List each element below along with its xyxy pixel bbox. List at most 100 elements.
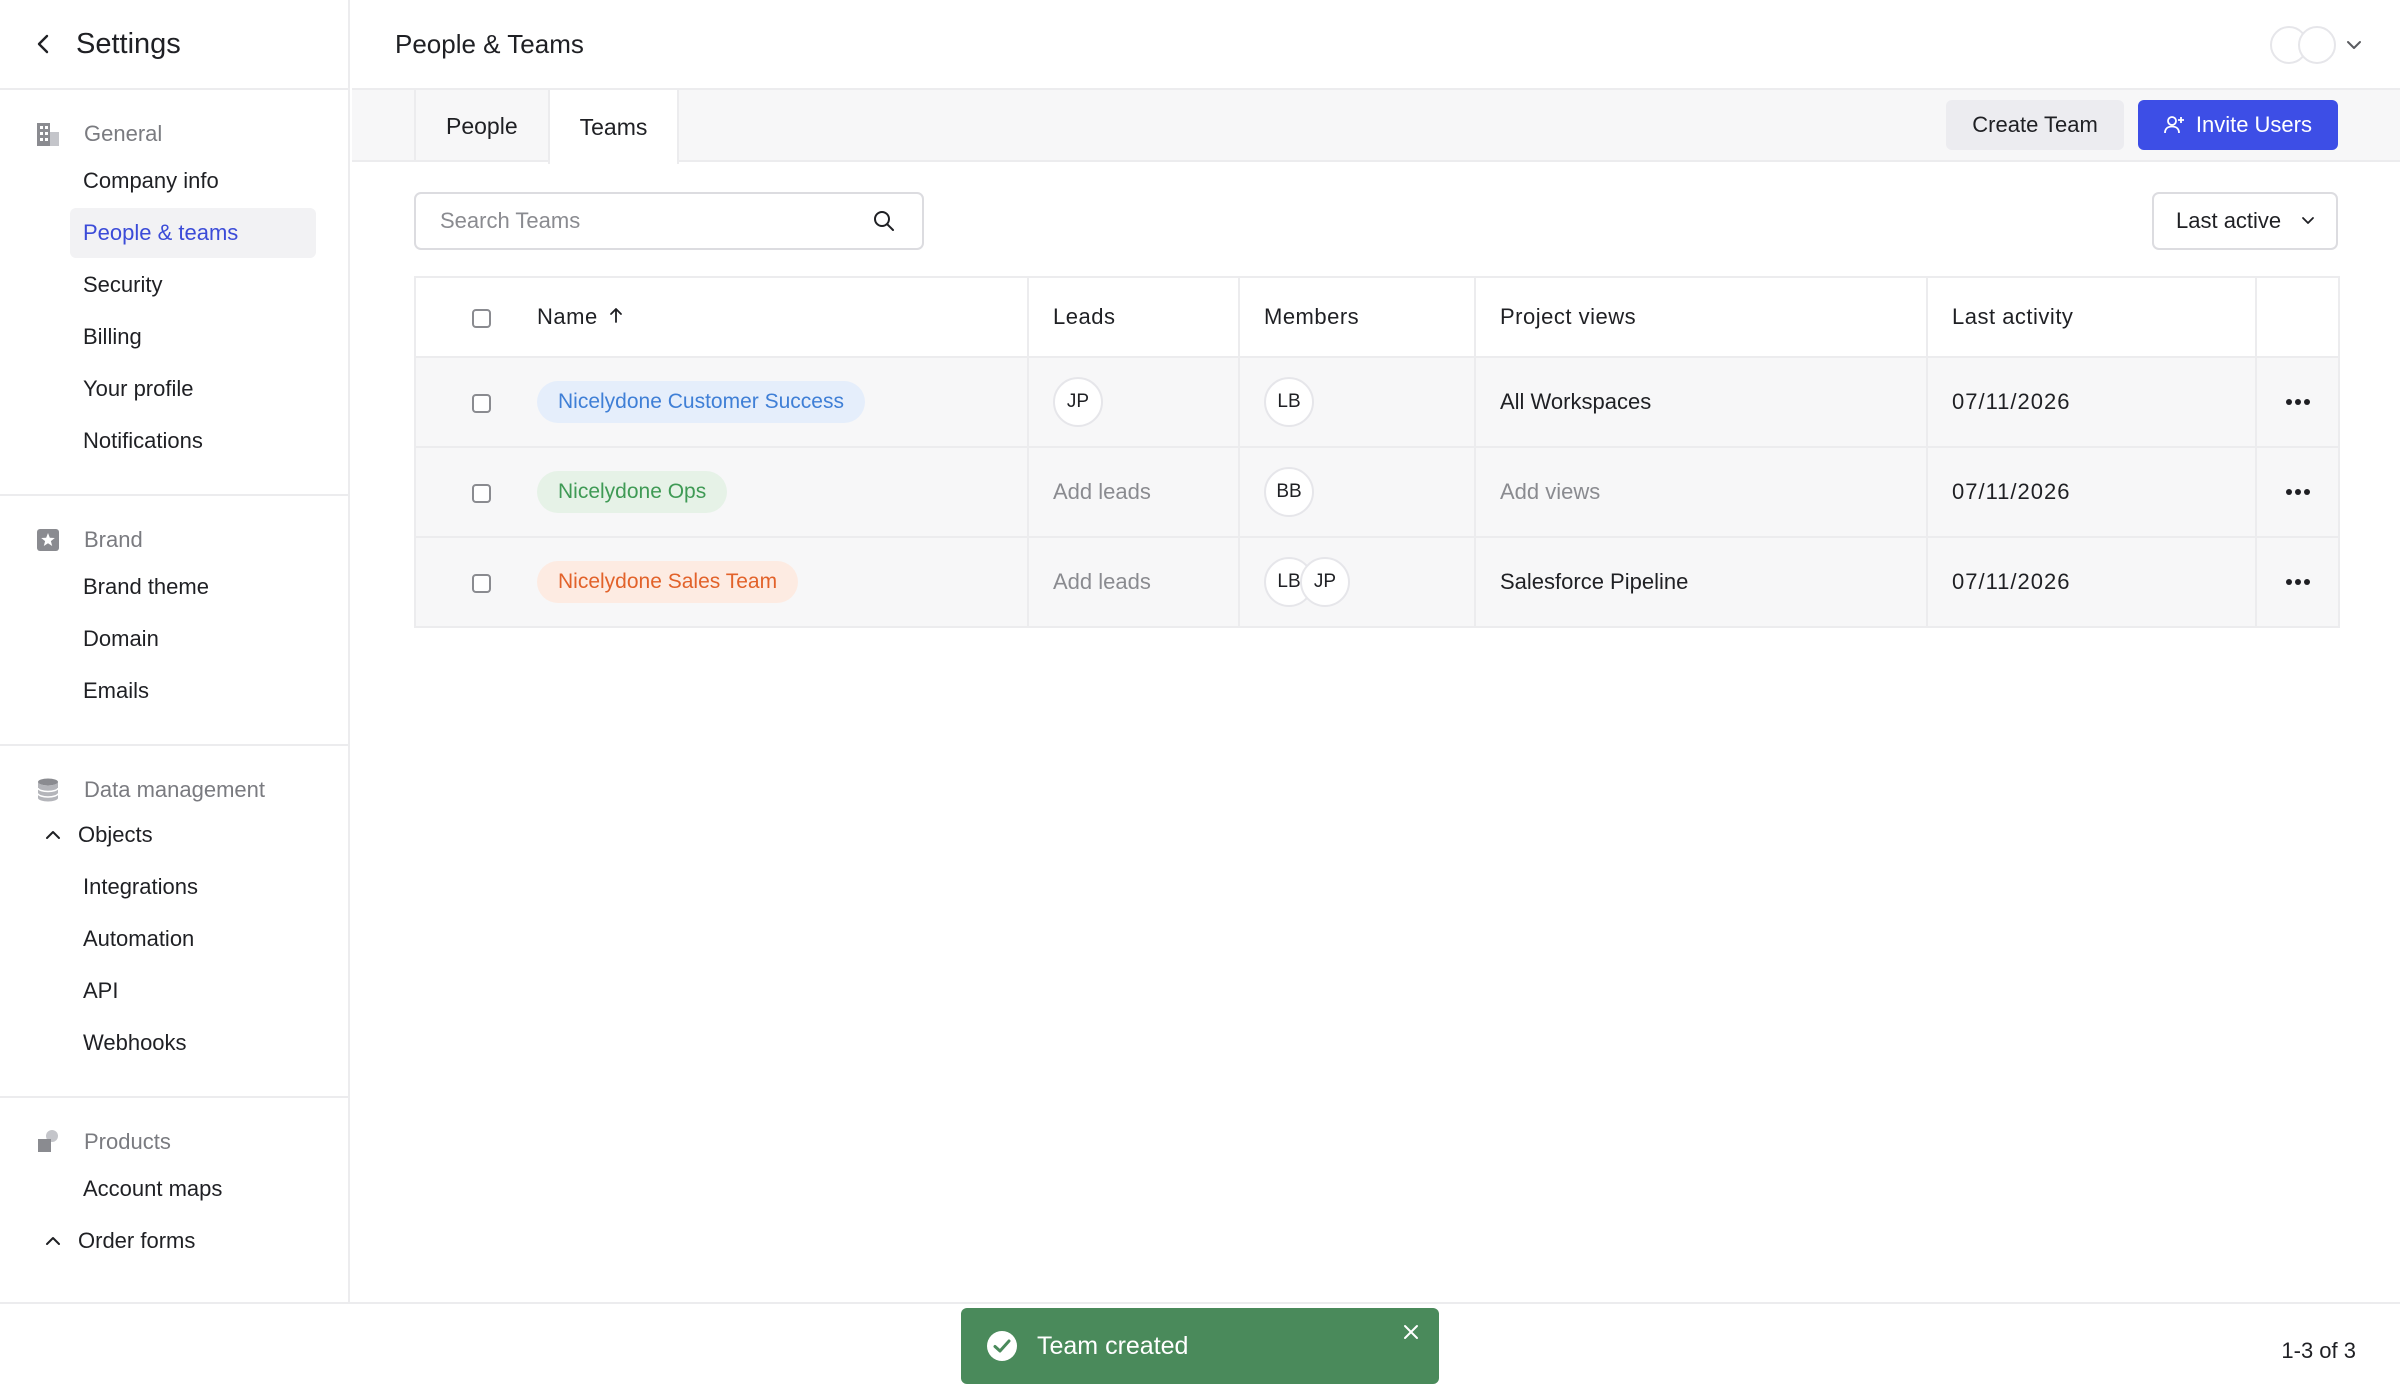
sidebar-group-label: Data management (84, 777, 265, 802)
sidebar-item-your-profile[interactable]: Your profile (70, 364, 316, 414)
toast-message: Team created (1037, 1331, 1189, 1360)
sidebar-item-brand-theme[interactable]: Brand theme (70, 562, 316, 612)
create-team-button[interactable]: Create Team (1946, 100, 2124, 150)
sidebar-item-integrations[interactable]: Integrations (70, 862, 316, 912)
sidebar-group-label: Brand (84, 527, 143, 552)
sidebar-item-billing[interactable]: Billing (70, 312, 316, 362)
add-user-icon (2162, 113, 2186, 137)
last-activity-value: 07/11/2026 (1952, 479, 2071, 504)
avatar[interactable]: JP (1053, 377, 1103, 427)
row-actions-cell (2255, 446, 2340, 538)
pagination-info: 1-3 of 3 (2281, 1338, 2356, 1363)
row-checkbox[interactable] (472, 483, 491, 503)
search-input[interactable] (440, 208, 870, 234)
last-activity-cell: 07/11/2026 (1926, 536, 2257, 628)
tab-people[interactable]: People (414, 90, 548, 162)
members-cell: BB (1238, 446, 1476, 538)
leads-cell: JP (1027, 356, 1240, 448)
column-header-members[interactable]: Members (1238, 276, 1476, 358)
page-title: People & Teams (395, 28, 584, 59)
avatar[interactable]: JP (1300, 557, 1350, 607)
star-badge-icon (34, 526, 62, 554)
add-views-link[interactable]: Add views (1500, 479, 1600, 504)
column-header-name[interactable]: Name (527, 276, 1029, 358)
select-all-checkbox[interactable] (472, 308, 491, 328)
sidebar-group-label: General (84, 121, 163, 146)
project-views-value: Salesforce Pipeline (1500, 569, 1689, 594)
sidebar-item-domain[interactable]: Domain (70, 614, 316, 664)
add-leads-link[interactable]: Add leads (1053, 569, 1151, 594)
sidebar-item-automation[interactable]: Automation (70, 914, 316, 964)
invite-users-label: Invite Users (2195, 112, 2312, 137)
table-row[interactable]: Nicelydone Sales Team Add leads LB JP Sal… (414, 536, 2340, 628)
row-actions-cell (2255, 356, 2340, 448)
sidebar-header: Settings (0, 0, 348, 90)
sidebar-section-general: General Company info People & teams Secu… (0, 90, 348, 496)
arrow-up-icon (608, 304, 624, 330)
chevron-left-icon[interactable] (30, 30, 58, 58)
chevron-up-icon (42, 824, 64, 846)
search-box (414, 192, 924, 250)
column-header-last-activity[interactable]: Last activity (1926, 276, 2257, 358)
sidebar-item-objects[interactable]: Objects (0, 810, 348, 860)
chevron-down-icon[interactable] (2344, 35, 2364, 55)
row-select-cell (414, 536, 527, 628)
sidebar-item-security[interactable]: Security (70, 260, 316, 310)
column-header-label: Name (537, 304, 598, 329)
more-horizontal-icon[interactable] (2278, 382, 2318, 422)
last-activity-value: 07/11/2026 (1952, 389, 2071, 414)
leads-cell: Add leads (1027, 536, 1240, 628)
teams-table: Name Leads Members Project views Last ac… (414, 276, 2340, 628)
avatar[interactable]: BB (1264, 467, 1314, 517)
search-icon[interactable] (870, 207, 898, 235)
sidebar-item-notifications[interactable]: Notifications (70, 416, 316, 466)
avatar[interactable]: LB (1264, 377, 1314, 427)
last-activity-cell: 07/11/2026 (1926, 446, 2257, 538)
toolbar: Last active (352, 162, 2400, 276)
sidebar-group-general: General (0, 114, 348, 154)
last-activity-cell: 07/11/2026 (1926, 356, 2257, 448)
sort-selected-label: Last active (2176, 208, 2282, 233)
team-name-pill[interactable]: Nicelydone Customer Success (537, 381, 865, 423)
toast-notification: Team created (961, 1308, 1439, 1384)
table-row[interactable]: Nicelydone Ops Add leads BB Add views 07… (414, 446, 2340, 538)
sidebar-item-api[interactable]: API (70, 966, 316, 1016)
column-header-project-views[interactable]: Project views (1474, 276, 1928, 358)
row-checkbox[interactable] (472, 573, 491, 593)
row-select-cell (414, 356, 527, 448)
team-name-pill[interactable]: Nicelydone Sales Team (537, 561, 799, 603)
tab-bar: People Teams Create Team Invite Users (352, 90, 2400, 164)
column-header-actions (2255, 276, 2340, 358)
sidebar-item-webhooks[interactable]: Webhooks (70, 1018, 316, 1068)
invite-users-button[interactable]: Invite Users (2137, 100, 2338, 150)
row-select-cell (414, 446, 527, 538)
last-activity-value: 07/11/2026 (1952, 569, 2071, 594)
chevron-up-icon (42, 1230, 64, 1252)
sidebar-item-account-maps[interactable]: Account maps (70, 1164, 316, 1214)
sort-dropdown[interactable]: Last active (2152, 192, 2338, 250)
column-header-leads[interactable]: Leads (1027, 276, 1240, 358)
sidebar-item-company-info[interactable]: Company info (70, 156, 316, 206)
tab-teams[interactable]: Teams (547, 90, 680, 164)
top-bar: People & Teams (352, 0, 2400, 90)
sidebar-group-data-management: Data management (0, 770, 348, 810)
row-checkbox[interactable] (472, 393, 491, 413)
sidebar-group-products: Products (0, 1122, 348, 1162)
more-horizontal-icon[interactable] (2278, 562, 2318, 602)
building-icon (34, 120, 62, 148)
add-leads-link[interactable]: Add leads (1053, 479, 1151, 504)
team-name-pill[interactable]: Nicelydone Ops (537, 471, 728, 513)
tab-actions: Create Team Invite Users (1946, 100, 2338, 150)
user-avatar-menu[interactable] (2270, 26, 2364, 64)
cube-icon (34, 1128, 62, 1156)
sidebar-section-data-management: Data management Objects Integrations Aut… (0, 746, 348, 1098)
team-name-cell: Nicelydone Customer Success (527, 356, 1029, 448)
sidebar-item-people-teams[interactable]: People & teams (70, 208, 316, 258)
database-icon (34, 776, 62, 804)
close-icon[interactable] (1397, 1318, 1425, 1346)
sidebar-item-emails[interactable]: Emails (70, 666, 316, 716)
more-horizontal-icon[interactable] (2278, 472, 2318, 512)
sidebar-item-order-forms[interactable]: Order forms (0, 1216, 348, 1266)
sidebar-group-label: Products (84, 1129, 171, 1154)
table-row[interactable]: Nicelydone Customer Success JP LB All Wo… (414, 356, 2340, 448)
